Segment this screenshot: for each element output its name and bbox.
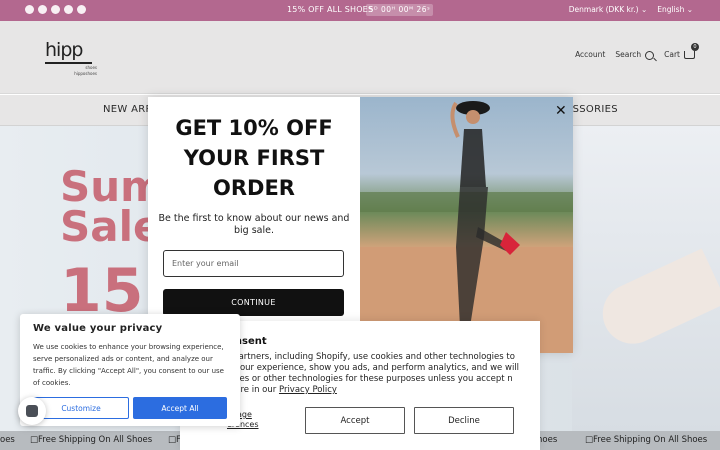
logo-underline [45,62,92,64]
announcement-bar: 15% OFF ALL SHOES 5ᴰ 00ᴴ 00ᴹ 26ˢ Denmark… [0,0,720,21]
popup-model-photo [360,97,573,353]
announcement-text: 15% OFF ALL SHOES [287,5,374,14]
cart-icon: 0 [684,43,699,60]
marquee-fragment-mid2: hoes [537,435,558,445]
account-link[interactable]: Account [575,50,605,59]
cart-button[interactable]: Cart 0 [664,43,699,60]
privacy-consent-card: We value your privacy We use cookies to … [20,314,240,426]
locale-selectors: Denmark (DKK kr.) ⌄ English ⌄ [569,5,693,14]
site-logo[interactable]: hipp shoes hipposhoes [45,41,97,79]
tiktok-icon[interactable] [64,5,73,14]
search-button[interactable]: Search [615,50,655,60]
site-header: hipp shoes hipposhoes Account Search Car… [0,21,720,94]
marquee-fragment-left: oes [0,435,15,445]
marquee-item-2: □Free Shipping On All Shoes [585,435,708,445]
hero-discount: 15 [60,256,144,326]
nav-item-accessories[interactable]: ESSORIES [566,104,618,115]
search-label: Search [615,50,642,59]
popup-subtitle: Be the first to know about our news and … [158,213,350,236]
youtube-icon[interactable] [38,5,47,14]
hero-title-line2: Sale [60,202,162,251]
continue-button[interactable]: CONTINUE [163,289,344,316]
cart-label: Cart [664,50,680,60]
search-icon [645,50,655,60]
consent-body: r partners, including Shopify, use cooki… [227,352,522,396]
popup-heading-line: GET 10% OFF [175,116,333,140]
privacy-body: We use cookies to enhance your browsing … [33,343,224,387]
accept-button[interactable]: Accept [305,407,405,434]
model-illustration [360,101,573,353]
email-input[interactable] [163,250,344,277]
decline-button[interactable]: Decline [414,407,514,434]
cookie-settings-icon[interactable] [18,397,46,425]
customize-button[interactable]: Customize [33,397,129,419]
consent-body-text: r partners, including Shopify, use cooki… [227,352,520,395]
cart-count-badge: 0 [691,43,699,52]
privacy-title: We value your privacy [33,323,163,334]
accept-all-button[interactable]: Accept All [133,397,227,419]
popup-heading-line: YOUR FIRST [183,146,325,170]
facebook-icon[interactable] [25,5,34,14]
social-links [25,5,86,14]
popup-heading-line: ORDER [213,176,295,200]
instagram-icon[interactable] [51,5,60,14]
logo-subtext: shoes [85,65,97,70]
nav-item-new-arrivals[interactable]: NEW ARR [103,104,153,115]
logo-subtext-2: hipposhoes [74,71,97,76]
countdown-timer: 5ᴰ 00ᴴ 00ᴹ 26ˢ [366,4,433,16]
pinterest-icon[interactable] [77,5,86,14]
privacy-policy-link[interactable]: Privacy Policy [279,385,337,395]
currency-selector[interactable]: Denmark (DKK kr.) ⌄ [569,5,648,14]
marquee-fragment-mid: □F [168,435,181,445]
logo-wordmark: hipp [45,39,83,61]
language-selector[interactable]: English ⌄ [657,5,693,14]
marquee-item: □Free Shipping On All Shoes [30,435,153,445]
close-icon[interactable]: ✕ [555,103,567,119]
header-actions: Account Search Cart 0 [575,43,699,60]
popup-heading: GET 10% OFF YOUR FIRST ORDER [158,113,350,203]
